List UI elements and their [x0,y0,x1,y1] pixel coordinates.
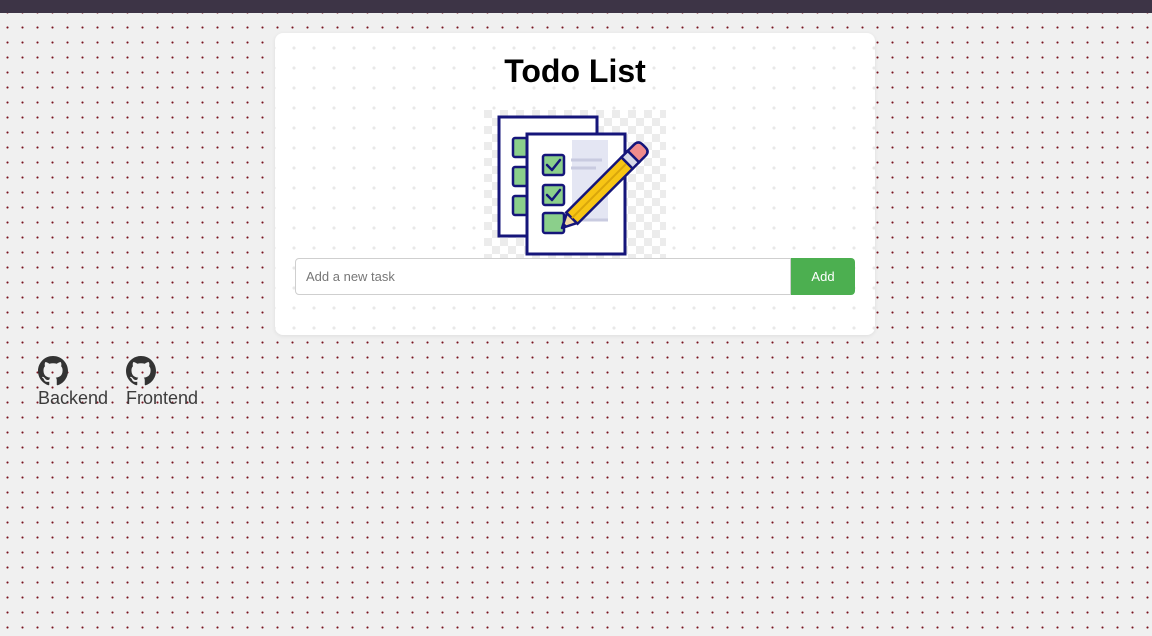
page-title: Todo List [504,53,646,89]
github-icon [126,356,156,386]
add-task-button[interactable]: Add [791,258,855,295]
checklist-with-pencil-icon [484,110,666,258]
new-task-input[interactable] [295,258,791,295]
todo-card: Todo List Add a new task Add [275,33,875,335]
frontend-repo-link[interactable]: Frontend [126,356,198,409]
github-icon [38,356,68,386]
top-bar [0,0,1152,13]
backend-repo-link[interactable]: Backend [38,356,108,409]
backend-link-label: Backend [38,388,109,408]
frontend-link-label: Frontend [126,388,199,408]
